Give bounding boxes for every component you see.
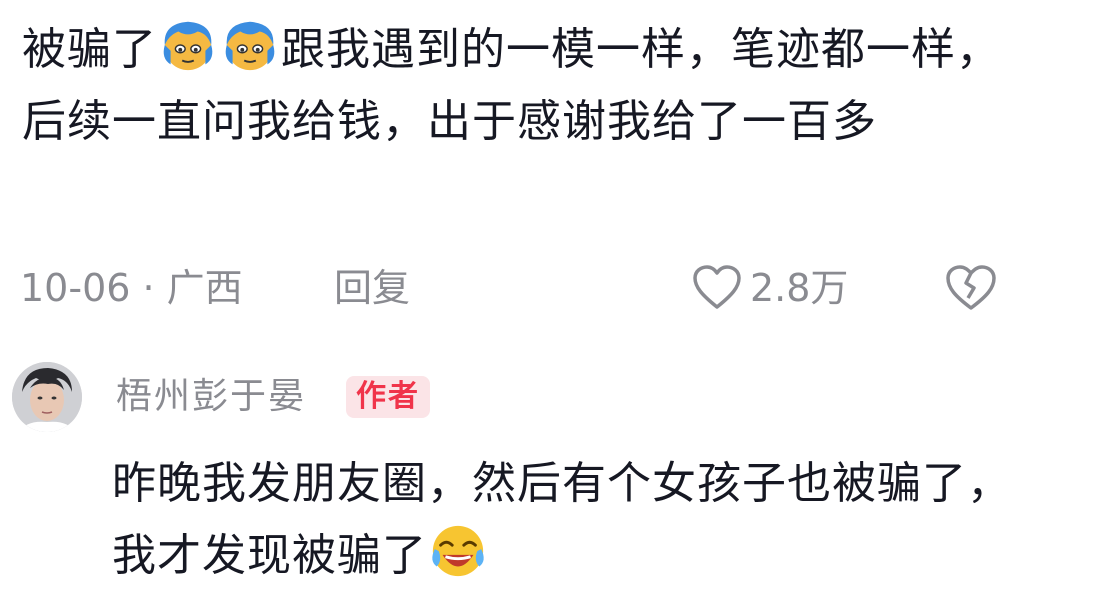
author-reply: 梧州彭于晏 作者 昨晚我发朋友圈，然后有个女孩子也被骗了，我才发现被骗了 — [0, 350, 1108, 609]
like-button[interactable]: 2.8万 — [692, 262, 848, 314]
user-avatar[interactable] — [12, 362, 82, 432]
blue-hair-face-emoji-icon — [163, 21, 213, 71]
dislike-button[interactable] — [944, 264, 998, 325]
author-name[interactable]: 梧州彭于晏 — [116, 372, 306, 422]
comment-date-location: 10-06 · 广西 — [20, 266, 243, 310]
laughing-crying-emoji-icon — [432, 525, 484, 577]
avatar-image — [12, 362, 82, 432]
author-badge: 作者 — [346, 376, 430, 418]
reply-button[interactable]: 回复 — [334, 262, 410, 314]
reply-text-content: 昨晚我发朋友圈，然后有个女孩子也被骗了，我才发现被骗了 — [112, 458, 1012, 581]
comment-text-part1: 被骗了 — [22, 24, 157, 75]
like-count: 2.8万 — [750, 266, 849, 310]
comment-text: 被骗了 跟我遇到的一模一样，笔迹都一样，后续一直问我给钱，出于感谢我给了一百多 — [22, 14, 1002, 158]
heart-outline-icon — [693, 265, 741, 309]
broken-heart-icon — [946, 265, 996, 310]
blue-hair-face-emoji-icon — [225, 21, 275, 71]
comment-meta-row: 10-06 · 广西 回复 2.8万 — [20, 262, 1090, 314]
reply-text: 昨晚我发朋友圈，然后有个女孩子也被骗了，我才发现被骗了 — [112, 448, 1012, 592]
